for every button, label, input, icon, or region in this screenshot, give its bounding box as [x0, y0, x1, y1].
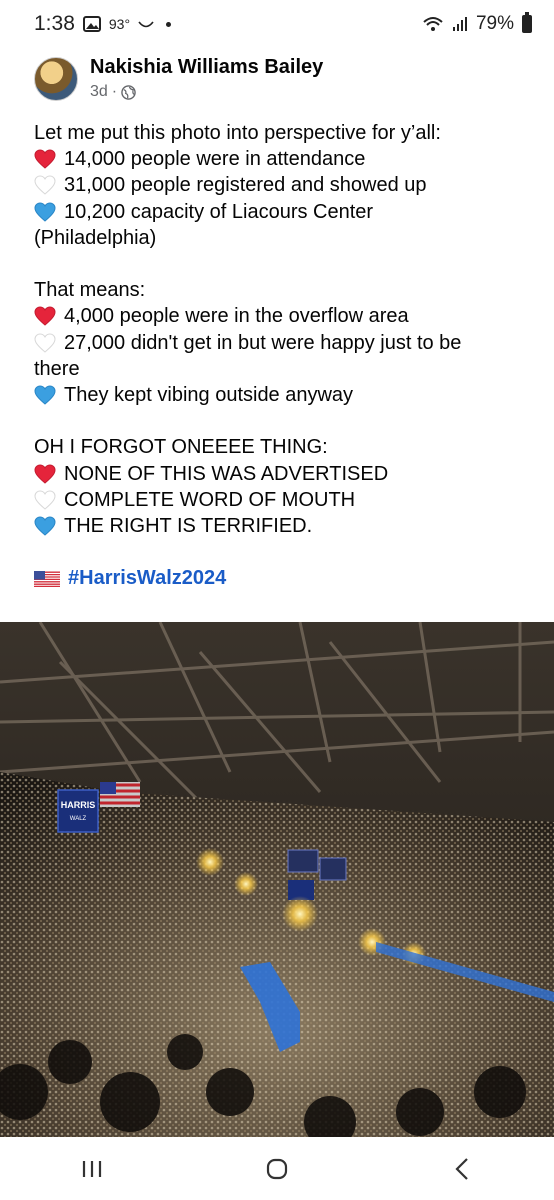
recent-apps-icon [83, 1160, 102, 1177]
post-text: COMPLETE WORD OF MOUTH [64, 488, 356, 511]
author-name[interactable]: Nakishia Williams Bailey [90, 56, 323, 79]
post-text-line: NONE OF THIS WAS ADVERTISED [34, 461, 534, 487]
post-text-line: That means: [34, 277, 534, 303]
post-text: 31,000 people registered and showed up [64, 174, 427, 197]
us-flag-icon [34, 570, 60, 587]
notification-dot-icon [166, 21, 172, 27]
hashtag-link[interactable]: #HarrisWalz2024 [68, 565, 226, 591]
status-left: 1:38 93° [34, 12, 172, 36]
android-nav-bar [0, 1137, 554, 1200]
post-text: 4,000 people were in the overflow area [64, 305, 409, 328]
post-text: 14,000 people were in attendance [64, 148, 366, 171]
post-text-line: They kept vibing outside anyway [34, 382, 534, 408]
post-text-line: OH I FORGOT ONEEEE THING: [34, 434, 534, 460]
battery-percent: 79% [475, 13, 514, 34]
post-photo[interactable]: HARRIS WALZ [0, 622, 554, 1137]
post-text: there [34, 357, 80, 380]
blue-heart-icon [34, 382, 60, 408]
globe-icon [121, 84, 136, 100]
post-text: THE RIGHT IS TERRIFIED. [64, 515, 313, 538]
post-text-line: Let me put this photo into perspective f… [34, 120, 534, 146]
post-text-line: 14,000 people were in attendance [34, 146, 534, 172]
post-text-line: 10,200 capacity of Liacours Center [34, 199, 534, 225]
home-button[interactable] [247, 1149, 307, 1189]
meta-separator: · [111, 83, 118, 100]
post-text-line: 31,000 people registered and showed up [34, 172, 534, 198]
back-chevron-icon [455, 1157, 468, 1180]
post-text-line: 27,000 didn't get in but were happy just… [34, 330, 534, 356]
white-heart-icon [34, 487, 60, 513]
blue-heart-icon [34, 513, 60, 539]
status-right: 79% [422, 12, 532, 35]
white-heart-icon [34, 330, 60, 356]
weather-temperature: 93° [108, 16, 131, 32]
white-heart-icon [34, 172, 60, 198]
post-text-line: COMPLETE WORD OF MOUTH [34, 487, 534, 513]
red-heart-icon [34, 461, 60, 487]
blue-heart-icon [34, 199, 60, 225]
status-bar: 1:38 93° 79% [0, 0, 554, 48]
post-age[interactable]: 3d [90, 83, 108, 101]
recent-apps-button[interactable] [62, 1149, 122, 1189]
back-button[interactable] [432, 1149, 492, 1189]
battery-icon [522, 12, 532, 33]
signal-icon [452, 17, 467, 31]
author-block: Nakishia Williams Bailey 3d · [90, 56, 323, 101]
gallery-notification-icon [82, 16, 101, 32]
post-text: 27,000 didn't get in but were happy just… [64, 331, 462, 354]
status-time: 1:38 [34, 12, 75, 35]
post-header: Nakishia Williams Bailey 3d · [34, 56, 323, 101]
post-text: That means: [34, 279, 146, 302]
banner-text-harris: HARRIS [61, 800, 96, 810]
post-text-line: 4,000 people were in the overflow area [34, 303, 534, 329]
red-heart-icon [34, 146, 60, 172]
post-text: Let me put this photo into perspective f… [34, 122, 441, 144]
wifi-icon [423, 17, 443, 31]
post-text-line: THE RIGHT IS TERRIFIED. [34, 513, 534, 539]
post-text: OH I FORGOT ONEEEE THING: [34, 436, 328, 459]
post-text-line: (Philadelphia) [34, 225, 534, 251]
banner-text-walz: WALZ [70, 816, 87, 822]
post-text-line: there [34, 356, 534, 382]
post-text: (Philadelphia) [34, 226, 157, 249]
avatar[interactable] [34, 56, 78, 101]
red-heart-icon [34, 303, 60, 329]
weather-icon [138, 21, 154, 28]
post-text: They kept vibing outside anyway [64, 384, 354, 407]
arena-photo-illustration: HARRIS WALZ [0, 622, 554, 1137]
hashtag-line: #HarrisWalz2024 [34, 565, 534, 591]
post-body: Let me put this photo into perspective f… [34, 120, 534, 592]
home-icon [266, 1158, 288, 1179]
post-text: 10,200 capacity of Liacours Center [64, 200, 374, 223]
post-text: NONE OF THIS WAS ADVERTISED [64, 462, 389, 485]
post-meta: 3d · [90, 83, 323, 101]
